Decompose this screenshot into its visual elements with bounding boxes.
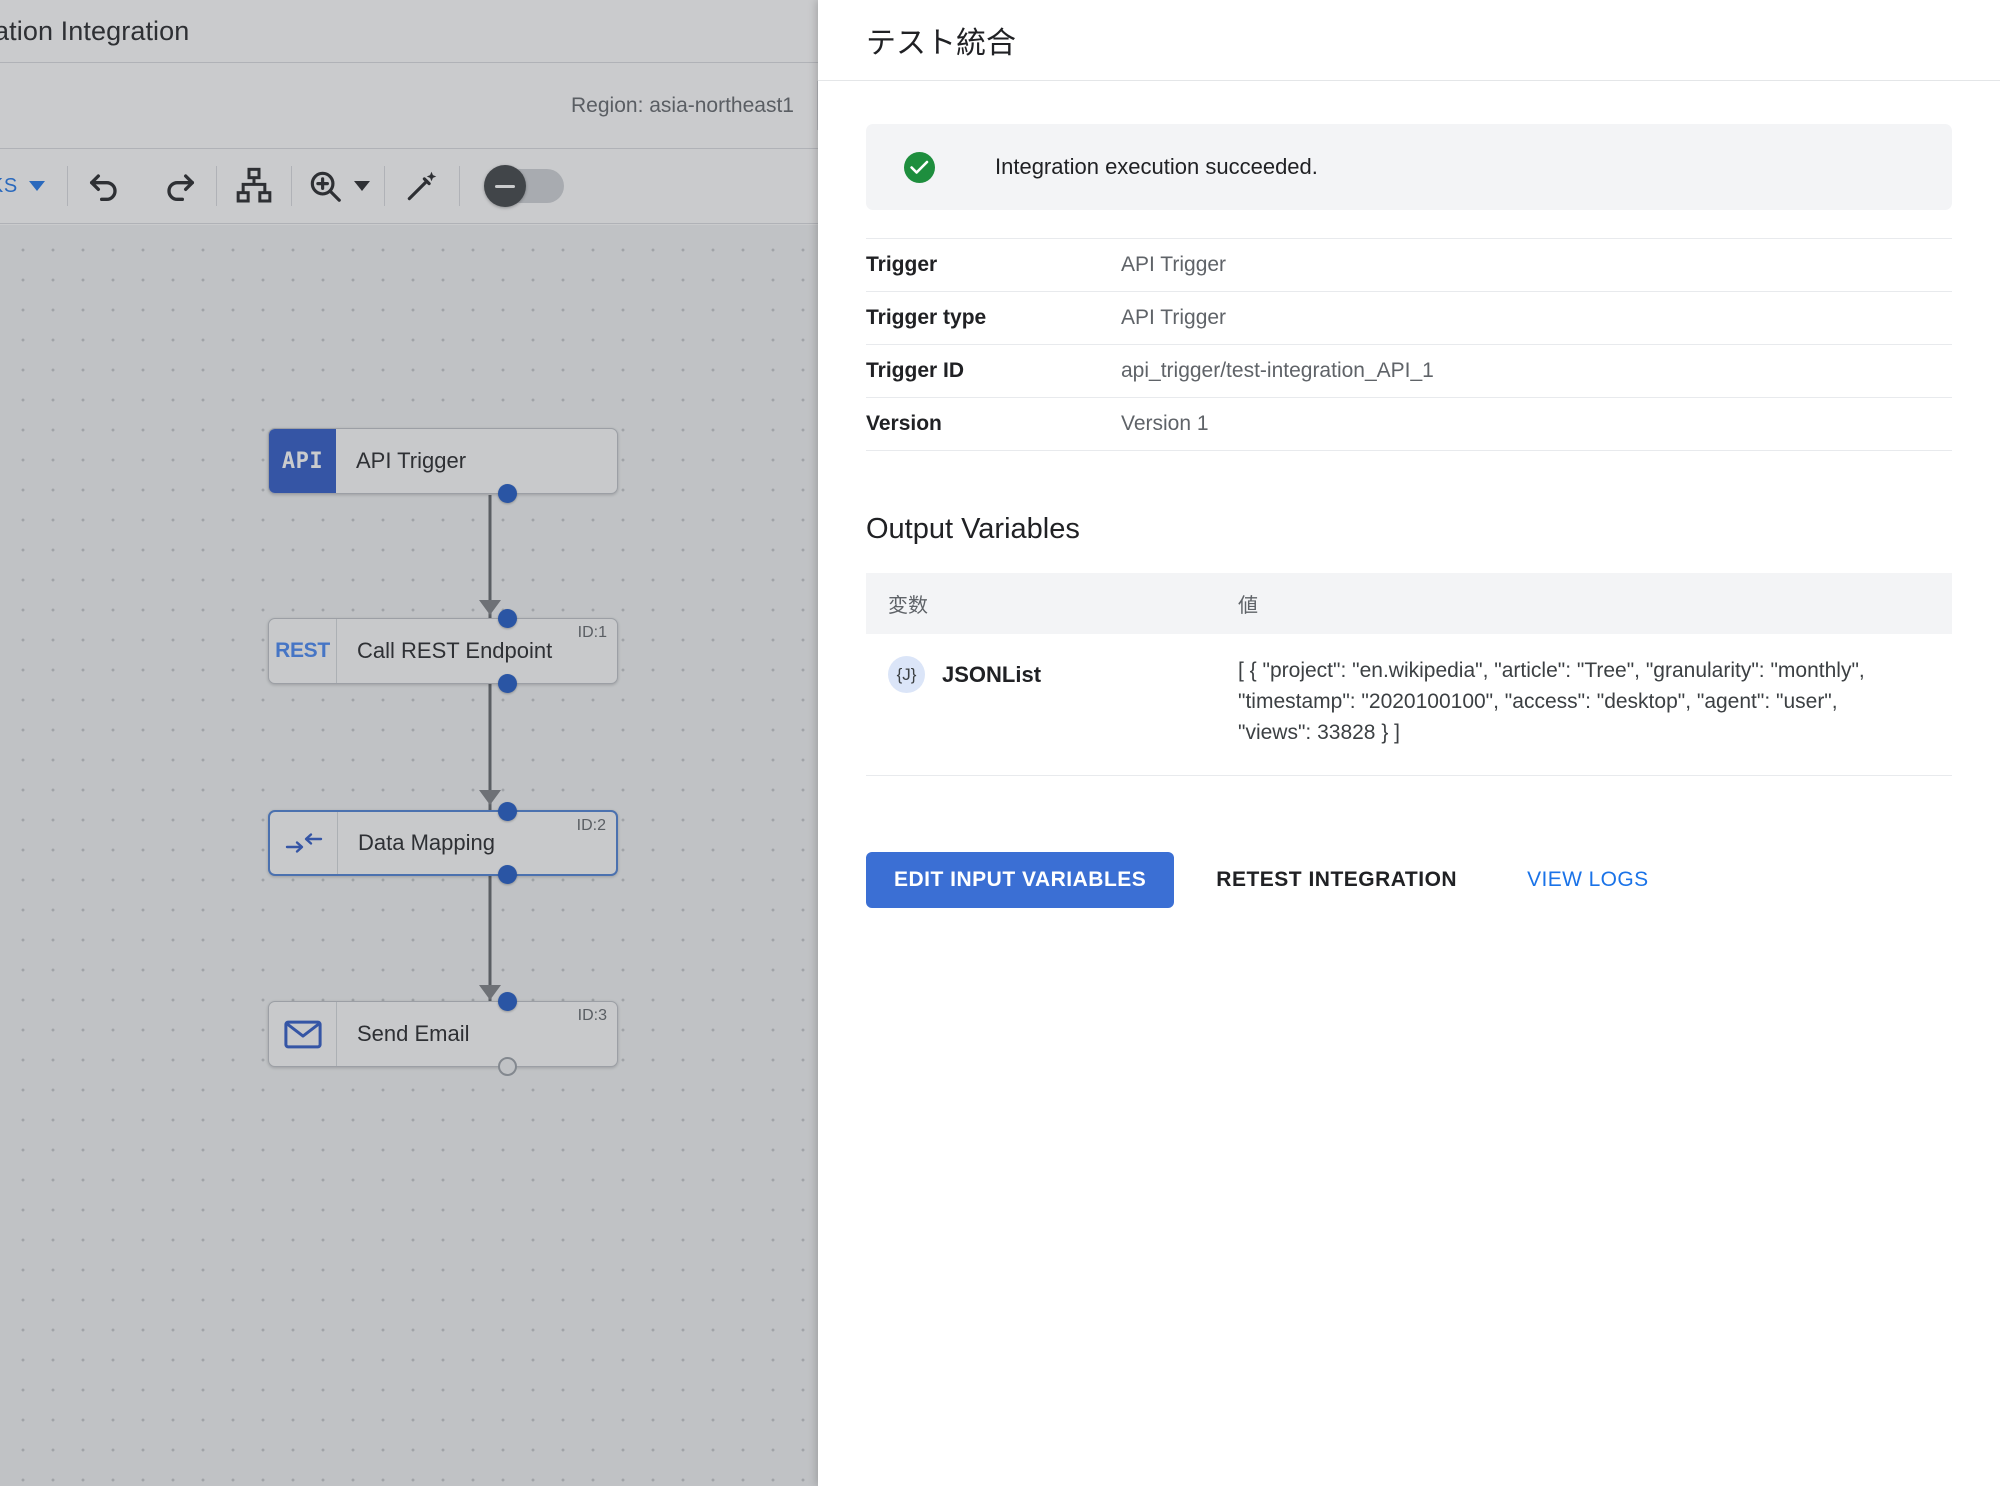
status-banner: Integration execution succeeded.	[866, 124, 1952, 210]
variable-value: [ { "project": "en.wikipedia", "article"…	[1238, 659, 1865, 744]
table-row: Version Version 1	[866, 398, 1952, 451]
panel-title: テスト統合	[866, 27, 1016, 60]
detail-key: Trigger type	[866, 306, 987, 329]
output-variables-heading: Output Variables	[866, 513, 1080, 545]
status-message: Integration execution succeeded.	[995, 154, 1318, 179]
panel-body: Integration execution succeeded. Trigger…	[818, 81, 2000, 908]
variable-cell: {J} JSONList	[866, 634, 1238, 776]
value-cell: [ { "project": "en.wikipedia", "article"…	[1238, 634, 1952, 776]
detail-value: API Trigger	[1121, 253, 1227, 276]
table-header-row: 変数 値	[866, 573, 1952, 634]
variable-name: JSONList	[942, 661, 1042, 687]
table-row: Trigger ID api_trigger/test-integration_…	[866, 345, 1952, 398]
table-row: Trigger API Trigger	[866, 238, 1952, 292]
modal-scrim[interactable]	[0, 0, 818, 1486]
detail-value: api_trigger/test-integration_API_1	[1121, 359, 1434, 382]
table-row: Trigger type API Trigger	[866, 292, 1952, 345]
table-row: {J} JSONList [ { "project": "en.wikipedi…	[866, 634, 1952, 776]
edit-input-variables-button[interactable]: EDIT INPUT VARIABLES	[866, 851, 1175, 908]
test-integration-panel: テスト統合 Integration execution succeeded. T…	[818, 0, 2000, 1486]
detail-key: Version	[866, 412, 942, 435]
detail-value: API Trigger	[1121, 306, 1227, 329]
column-header-variable: 変数	[866, 573, 1238, 634]
panel-header: テスト統合	[818, 0, 2000, 81]
check-circle-icon	[904, 151, 935, 183]
panel-actions: EDIT INPUT VARIABLES RETEST INTEGRATION …	[866, 851, 1952, 908]
execution-details-table: Trigger API Trigger Trigger type API Tri…	[866, 238, 1952, 451]
detail-key: Trigger ID	[866, 359, 965, 382]
column-header-value: 値	[1238, 573, 1952, 634]
output-variables-table: 変数 値 {J} JSONList [ { "project": "en.wik…	[866, 573, 1952, 776]
detail-key: Trigger	[866, 253, 938, 276]
detail-value: Version 1	[1121, 412, 1209, 435]
retest-integration-button[interactable]: RETEST INTEGRATION	[1194, 852, 1479, 908]
view-logs-button[interactable]: VIEW LOGS	[1505, 852, 1670, 908]
json-type-icon: {J}	[888, 656, 925, 693]
